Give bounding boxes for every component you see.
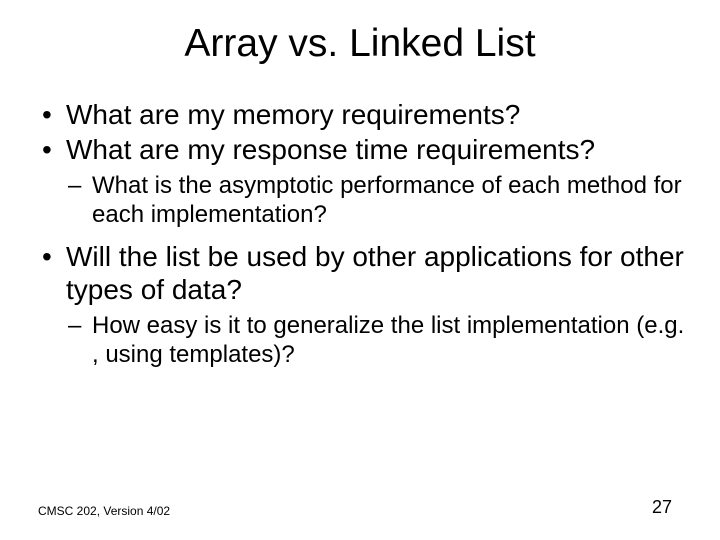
footer-page-number: 27 [652,497,672,518]
slide-title: Array vs. Linked List [30,22,690,66]
bullet-text: What are my response time requirements? [66,134,595,165]
bullet-item: What are my response time requirements? … [38,133,690,230]
bullet-list-level2: How easy is it to generalize the list im… [66,312,690,370]
bullet-list-level1: What are my memory requirements? What ar… [38,98,690,369]
bullet-text: Will the list be used by other applicati… [66,241,684,305]
bullet-item: Will the list be used by other applicati… [38,240,690,370]
slide-content: What are my memory requirements? What ar… [30,98,690,369]
footer-course-info: CMSC 202, Version 4/02 [38,504,170,518]
bullet-item: What are my memory requirements? [38,98,690,131]
bullet-text: What are my memory requirements? [66,99,520,130]
bullet-list-level2: What is the asymptotic performance of ea… [66,172,690,230]
slide-container: Array vs. Linked List What are my memory… [0,0,720,540]
sub-bullet-text: What is the asymptotic performance of ea… [92,172,682,228]
sub-bullet-item: How easy is it to generalize the list im… [66,312,690,370]
sub-bullet-item: What is the asymptotic performance of ea… [66,172,690,230]
sub-bullet-text: How easy is it to generalize the list im… [92,312,684,368]
